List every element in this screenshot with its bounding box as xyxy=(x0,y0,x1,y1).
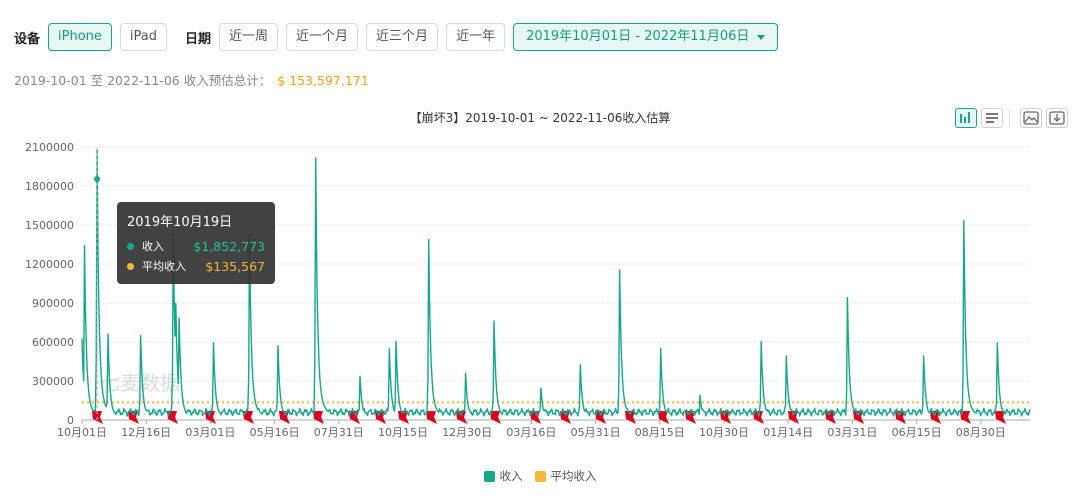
tooltip-average-label: 平均收入 xyxy=(142,260,186,273)
x-tick-label: 12月16日 xyxy=(121,426,171,439)
x-axis: 10月01日 12月16日 03月01日 05月16日 07月31日 10月15日 12月3… xyxy=(57,419,1030,439)
device-ipad-button[interactable]: iPad xyxy=(119,23,167,51)
tooltip: 2019年10月19日 收入 $1,852,773 平均收入 $135,567 xyxy=(117,202,275,284)
legend-label-revenue: 收入 xyxy=(499,469,523,483)
x-tick-label: 06月15日 xyxy=(892,426,942,439)
summary-total: $ 153,597,171 xyxy=(277,73,369,88)
x-tick-label: 10月15日 xyxy=(378,426,428,439)
revenue-dot xyxy=(127,242,134,250)
y-tick-label: 600000 xyxy=(32,336,74,349)
range-year-button[interactable]: 近一年 xyxy=(446,23,506,51)
y-tick-label: 1500000 xyxy=(25,219,74,232)
x-tick-label: 03月01日 xyxy=(185,426,235,439)
y-tick-label: 2100000 xyxy=(25,141,74,154)
summary-text: 2019-10-01 至 2022-11-06 收入预估总计： xyxy=(14,73,272,88)
x-tick-label: 08月15日 xyxy=(635,426,685,439)
x-tick-label: 07月31日 xyxy=(314,426,364,439)
device-label: 设备 xyxy=(14,31,41,47)
range-quarter-button[interactable]: 近三个月 xyxy=(366,23,439,51)
x-tick-label: 03月16日 xyxy=(506,426,556,439)
tooltip-revenue-label: 收入 xyxy=(142,240,164,253)
date-label: 日期 xyxy=(185,31,212,47)
x-tick-label: 05月31日 xyxy=(571,426,621,439)
y-tick-label: 1800000 xyxy=(25,180,74,193)
legend-item-average[interactable]: 平均收入 xyxy=(534,468,597,484)
x-tick-label: 12月30日 xyxy=(442,426,492,439)
legend-label-average: 平均收入 xyxy=(550,469,597,483)
chart-legend: 收入 平均收入 xyxy=(0,468,1080,484)
range-week-button[interactable]: 近一周 xyxy=(219,23,279,51)
legend-item-revenue[interactable]: 收入 xyxy=(483,468,523,484)
range-month-button[interactable]: 近一个月 xyxy=(286,23,359,51)
tooltip-average-row: 平均收入 $135,567 xyxy=(127,256,265,276)
x-tick-label: 10月30日 xyxy=(699,426,749,439)
tooltip-average-value: $135,567 xyxy=(205,258,265,274)
y-tick-label: 300000 xyxy=(32,375,74,388)
filter-bar: 设备 iPhone iPad 日期 近一周 近一个月 近三个月 近一年 2019… xyxy=(14,22,786,52)
x-tick-label: 08月30日 xyxy=(956,426,1006,439)
tooltip-revenue-row: 收入 $1,852,773 xyxy=(127,236,265,256)
legend-swatch-average xyxy=(534,470,546,482)
x-tick-label: 05月16日 xyxy=(250,426,300,439)
y-tick-label: 1200000 xyxy=(25,258,74,271)
y-axis: 0300000600000900000120000015000001800000… xyxy=(25,141,74,427)
highlight-point xyxy=(94,176,101,183)
x-tick-label: 01月14日 xyxy=(763,426,813,439)
chart-title: 【崩坏3】2019-10-01 ~ 2022-11-06收入估算 xyxy=(410,110,671,125)
legend-swatch-revenue xyxy=(483,470,495,482)
date-range-picker[interactable]: 2019年10月01日 - 2022年11月06日 xyxy=(513,23,779,51)
x-tick-label: 10月01日 xyxy=(57,426,107,439)
tooltip-revenue-value: $1,852,773 xyxy=(193,238,265,254)
device-iphone-button[interactable]: iPhone xyxy=(48,23,112,51)
x-tick-label: 03月31日 xyxy=(827,426,877,439)
date-range-text: 2019年10月01日 - 2022年11月06日 xyxy=(526,29,750,44)
y-tick-label: 900000 xyxy=(32,297,74,310)
caret-down-icon xyxy=(757,34,766,40)
tooltip-date: 2019年10月19日 xyxy=(127,215,233,230)
revenue-summary: 2019-10-01 至 2022-11-06 收入预估总计： $ 153,597… xyxy=(14,70,369,89)
average-dot xyxy=(127,262,134,270)
